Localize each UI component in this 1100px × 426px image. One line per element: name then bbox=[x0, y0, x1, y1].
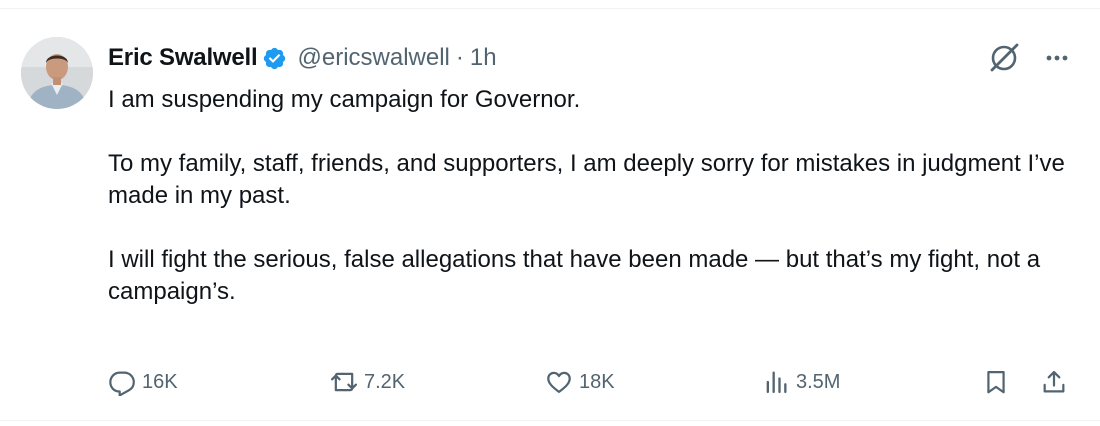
tweet-header: Eric Swalwell @ericswalwell · 1h bbox=[108, 40, 497, 76]
bookmark-icon bbox=[987, 370, 1005, 394]
tweet-text: I am suspending my campaign for Governor… bbox=[108, 84, 1068, 308]
reply-icon bbox=[109, 371, 135, 396]
verified-badge-icon[interactable] bbox=[262, 46, 287, 71]
separator-dot: · bbox=[455, 44, 464, 71]
post-time[interactable]: 1h bbox=[470, 44, 497, 72]
tweet: Eric Swalwell @ericswalwell · 1h I am su… bbox=[0, 0, 1100, 426]
repost-button[interactable]: 7.2K bbox=[330, 362, 405, 402]
tweet-paragraph: To my family, staff, friends, and suppor… bbox=[108, 150, 1065, 209]
repost-icon bbox=[330, 372, 358, 392]
like-button[interactable]: 18K bbox=[545, 362, 615, 402]
tweet-paragraph: I am suspending my campaign for Governor… bbox=[108, 86, 581, 113]
repost-count: 7.2K bbox=[364, 370, 406, 393]
reply-count: 16K bbox=[142, 370, 178, 393]
like-icon bbox=[547, 371, 571, 394]
grok-icon[interactable] bbox=[986, 40, 1022, 76]
bottom-divider bbox=[0, 420, 1100, 421]
author-handle[interactable]: @ericswalwell bbox=[297, 44, 449, 72]
like-count: 18K bbox=[579, 370, 615, 393]
tweet-top-actions bbox=[986, 40, 1072, 76]
avatar-image bbox=[21, 37, 93, 109]
share-button[interactable] bbox=[1040, 362, 1068, 402]
share-icon bbox=[1043, 370, 1065, 393]
bookmark-button[interactable] bbox=[982, 362, 1010, 402]
action-bar: 16K 7.2K 18K 3.5M bbox=[108, 362, 1074, 402]
more-icon[interactable] bbox=[1042, 43, 1072, 73]
views-icon bbox=[766, 371, 787, 394]
views-button[interactable]: 3.5M bbox=[762, 362, 840, 402]
reply-button[interactable]: 16K bbox=[108, 362, 178, 402]
views-count: 3.5M bbox=[796, 370, 841, 393]
avatar[interactable] bbox=[21, 37, 93, 109]
tweet-paragraph: I will fight the serious, false allegati… bbox=[108, 246, 1041, 305]
author-name[interactable]: Eric Swalwell bbox=[108, 44, 258, 72]
